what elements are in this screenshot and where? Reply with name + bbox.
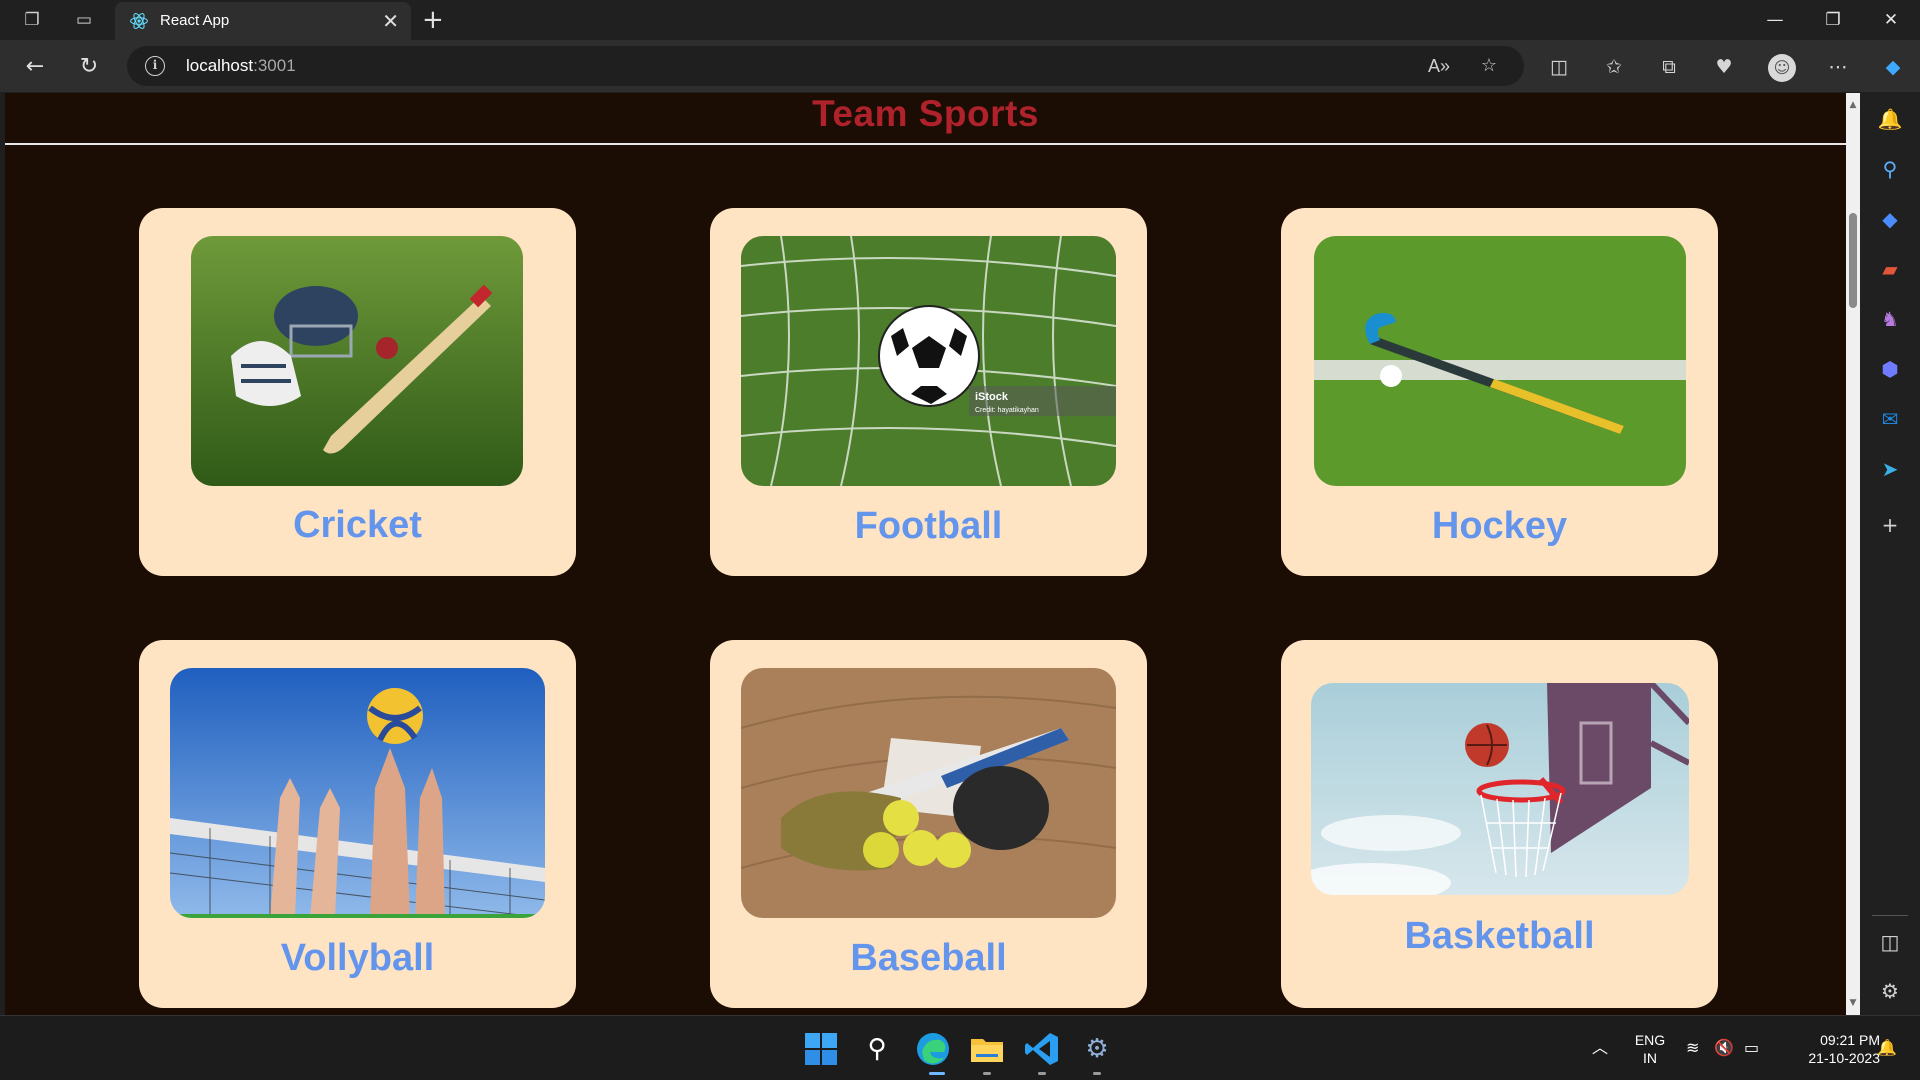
watermark-brand: iStock	[975, 391, 1009, 403]
profile-icon[interactable]: ☺	[1768, 54, 1796, 82]
web-content: Team Sports Cricket iStock Credit: hayat…	[5, 93, 1846, 1015]
sport-card-cricket[interactable]: Cricket	[139, 208, 576, 576]
tab-title: React App	[160, 12, 230, 29]
sport-name-baseball: Baseball	[850, 937, 1007, 979]
new-tab-icon[interactable]: +	[422, 6, 444, 34]
add-icon[interactable]: +	[1876, 511, 1904, 539]
scroll-down-icon[interactable]: ▼	[1846, 995, 1860, 1011]
search-icon[interactable]: ⚲	[858, 1030, 896, 1068]
read-aloud-icon[interactable]: A»	[1427, 54, 1451, 78]
back-icon[interactable]: ←	[20, 52, 50, 82]
page-scrollbar[interactable]: ▲ ▼	[1846, 93, 1860, 1015]
games-icon[interactable]: ♞	[1876, 305, 1904, 333]
split-screen-icon[interactable]: ◫	[1544, 52, 1574, 82]
sport-name-hockey: Hockey	[1431, 505, 1568, 547]
favorites-icon[interactable]: ✩	[1599, 52, 1629, 82]
collections-icon[interactable]: ⧉	[1654, 52, 1684, 82]
url-host: localhost	[186, 56, 254, 75]
sport-card-basketball[interactable]: Basketball	[1281, 640, 1718, 1008]
scroll-up-icon[interactable]: ▲	[1846, 97, 1860, 113]
sport-name-football: Football	[854, 505, 1003, 547]
notifications-icon[interactable]: 🔔	[1876, 105, 1904, 133]
navigation-bar: ← ↻ i localhost:3001 A» ☆ ◫ ✩ ⧉ ♥ ☺ ⋯ ◆	[0, 40, 1920, 92]
language-region: IN	[1643, 1050, 1657, 1066]
sport-name-cricket: Cricket	[293, 504, 422, 546]
clock-time: 09:21 PM	[1820, 1032, 1880, 1048]
windows-start-icon[interactable]	[803, 1031, 839, 1067]
sport-name-basketball: Basketball	[1404, 915, 1595, 957]
show-hidden-icons-icon[interactable]: ︿	[1592, 1038, 1608, 1058]
clock-date: 21-10-2023	[1808, 1050, 1880, 1066]
clock[interactable]: 09:21 PM 21-10-2023	[1780, 1031, 1880, 1067]
sport-card-vollyball[interactable]: Vollyball	[139, 640, 576, 1008]
url-port: :3001	[253, 56, 296, 75]
football-image: iStock Credit: hayatikayhan	[741, 236, 1116, 486]
browser-sidebar: 🔔 ⚲ ◆ ▰ ♞ ⬢ ✉ ➤ + ◫ ⚙	[1860, 93, 1920, 1015]
wifi-icon[interactable]: ≋	[1686, 1038, 1699, 1058]
url-text[interactable]: localhost:3001	[186, 56, 296, 76]
edge-icon[interactable]	[914, 1030, 952, 1068]
shopping-icon[interactable]: ◆	[1876, 205, 1904, 233]
baseball-image	[741, 668, 1116, 918]
info-icon[interactable]: i	[145, 56, 165, 76]
favorite-star-icon[interactable]: ☆	[1477, 54, 1501, 78]
copilot-icon[interactable]: ◆	[1878, 52, 1908, 82]
volume-muted-icon[interactable]: 🔇	[1714, 1038, 1734, 1058]
language-code: ENG	[1634, 1032, 1666, 1048]
search-icon[interactable]: ⚲	[1876, 155, 1904, 183]
sport-card-football[interactable]: iStock Credit: hayatikayhan Football	[710, 208, 1147, 576]
file-explorer-icon[interactable]	[968, 1030, 1006, 1068]
refresh-icon[interactable]: ↻	[74, 52, 104, 82]
vscode-running-indicator	[1038, 1072, 1046, 1075]
page-title: Team Sports	[812, 93, 1039, 134]
workspaces-icon[interactable]: ❐	[19, 8, 45, 32]
notification-bell-icon[interactable]: 🔔	[1877, 1038, 1897, 1058]
react-logo-icon	[130, 13, 148, 29]
sidebar-toggle-icon[interactable]: ◫	[1876, 928, 1904, 956]
explorer-running-indicator	[983, 1072, 991, 1075]
minimize-icon[interactable]: —	[1752, 6, 1798, 34]
battery-icon[interactable]: ▭	[1744, 1038, 1759, 1058]
tab-actions-icon[interactable]: ▭	[71, 8, 97, 32]
address-bar[interactable]: i localhost:3001 A» ☆	[127, 46, 1524, 86]
close-tab-icon[interactable]: ✕	[382, 9, 399, 33]
settings-icon[interactable]: ⚙	[1876, 977, 1904, 1005]
tools-icon[interactable]: ▰	[1876, 255, 1904, 283]
sport-name-vollyball: Vollyball	[280, 937, 435, 979]
basketball-image	[1311, 683, 1689, 895]
sport-card-baseball[interactable]: Baseball	[710, 640, 1147, 1008]
title-divider	[5, 143, 1846, 145]
restore-icon[interactable]: ❐	[1810, 6, 1856, 34]
browser-tab[interactable]: React App ✕	[115, 2, 411, 40]
language-indicator[interactable]: ENG IN	[1628, 1031, 1672, 1067]
close-window-icon[interactable]: ✕	[1868, 6, 1914, 34]
sport-card-hockey[interactable]: Hockey	[1281, 208, 1718, 576]
settings-running-indicator	[1093, 1072, 1101, 1075]
windows-taskbar: ⚲ ⚙ ︿ ENG IN ≋ 🔇 ▭ 09:21 PM 21-10-2023 🔔	[0, 1015, 1920, 1080]
window-title-bar: ❐ ▭ React App ✕ + — ❐ ✕	[0, 0, 1920, 40]
edge-active-indicator	[929, 1072, 945, 1075]
outlook-icon[interactable]: ✉	[1876, 405, 1904, 433]
scroll-thumb[interactable]	[1849, 213, 1857, 308]
cricket-image	[191, 236, 523, 486]
more-icon[interactable]: ⋯	[1823, 52, 1853, 82]
microsoft-365-icon[interactable]: ⬢	[1876, 355, 1904, 383]
vscode-icon[interactable]	[1023, 1030, 1061, 1068]
browser-essentials-icon[interactable]: ♥	[1709, 52, 1739, 82]
telegram-icon[interactable]: ➤	[1876, 455, 1904, 483]
vollyball-image	[170, 668, 545, 918]
sidebar-divider	[1872, 915, 1908, 916]
settings-icon[interactable]: ⚙	[1078, 1030, 1116, 1068]
watermark-credit: Credit: hayatikayhan	[975, 407, 1039, 414]
hockey-image	[1314, 236, 1686, 486]
